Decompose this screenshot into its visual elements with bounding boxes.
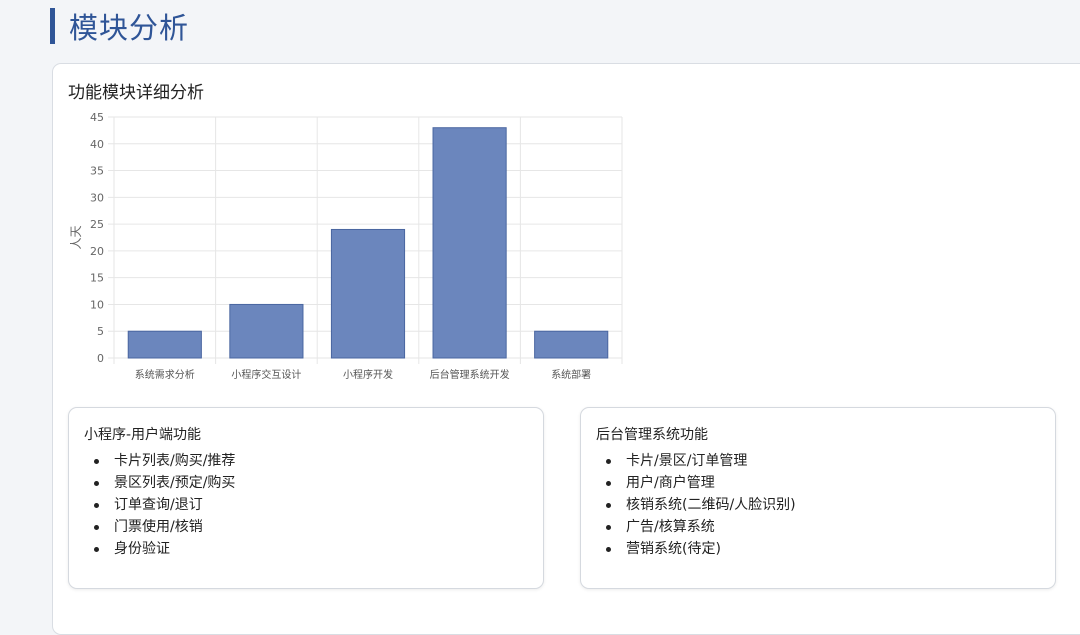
list-item: 订单查询/退订 [93, 494, 235, 516]
list-item: 核销系统(二维码/人脸识别) [606, 494, 796, 516]
list-item: 门票使用/核销 [93, 516, 235, 538]
x-tick-label: 小程序交互设计 [231, 368, 301, 381]
y-tick-label: 10 [90, 298, 104, 311]
miniprogram-features-title: 小程序-用户端功能 [84, 427, 202, 443]
bar [432, 127, 507, 359]
y-tick-label: 25 [90, 218, 104, 231]
y-axis-label: 人天 [69, 225, 83, 249]
y-tick-label: 45 [90, 111, 104, 124]
admin-features-title: 后台管理系统功能 [596, 427, 708, 443]
list-item: 用户/商户管理 [606, 472, 796, 494]
page-title: 模块分析 [69, 11, 190, 45]
x-tick-label: 系统部署 [551, 368, 591, 381]
card-title: 功能模块详细分析 [68, 83, 204, 103]
admin-features-list: 卡片/景区/订单管理 用户/商户管理 核销系统(二维码/人脸识别) 广告/核算系… [596, 450, 796, 560]
bar [127, 330, 202, 359]
y-tick-label: 20 [90, 245, 104, 258]
list-item: 卡片列表/购买/推荐 [93, 450, 235, 472]
y-tick-label: 30 [90, 191, 104, 204]
bar [330, 228, 406, 359]
bar [534, 330, 609, 359]
list-item: 营销系统(待定) [606, 538, 796, 560]
miniprogram-features-list: 卡片列表/购买/推荐 景区列表/预定/购买 订单查询/退订 门票使用/核销 身份… [84, 450, 235, 560]
bar [229, 303, 304, 359]
miniprogram-features-box: 小程序-用户端功能 卡片列表/购买/推荐 景区列表/预定/购买 订单查询/退订 … [68, 407, 544, 589]
bar-chart-container: 0 5 10 15 20 25 30 35 40 45 系统需求分析 小程序交互设计 小程序开发 后台管理… [61, 104, 641, 394]
x-tick-label: 后台管理系统开发 [430, 368, 510, 381]
header-accent-bar [50, 8, 55, 44]
x-tick-label: 小程序开发 [343, 368, 393, 381]
y-tick-label: 35 [90, 165, 104, 178]
list-item: 景区列表/预定/购买 [93, 472, 235, 494]
y-tick-label: 5 [97, 325, 104, 338]
admin-features-box: 后台管理系统功能 卡片/景区/订单管理 用户/商户管理 核销系统(二维码/人脸识… [580, 407, 1056, 589]
list-item: 身份验证 [93, 538, 235, 560]
y-tick-label: 15 [90, 272, 104, 285]
page-header: 模块分析 [50, 8, 190, 45]
x-tick-label: 系统需求分析 [135, 368, 195, 381]
y-tick-label: 40 [90, 138, 104, 151]
analysis-card: 功能模块详细分析 0 5 10 15 20 25 30 35 40 45 系统需求分析 小程序交互设计… [52, 63, 1080, 635]
y-tick-label: 0 [97, 352, 104, 365]
bar-chart: 0 5 10 15 20 25 30 35 40 45 系统需求分析 小程序交互设计 小程序开发 后台管理… [69, 111, 623, 381]
list-item: 卡片/景区/订单管理 [606, 450, 796, 472]
list-item: 广告/核算系统 [606, 516, 796, 538]
